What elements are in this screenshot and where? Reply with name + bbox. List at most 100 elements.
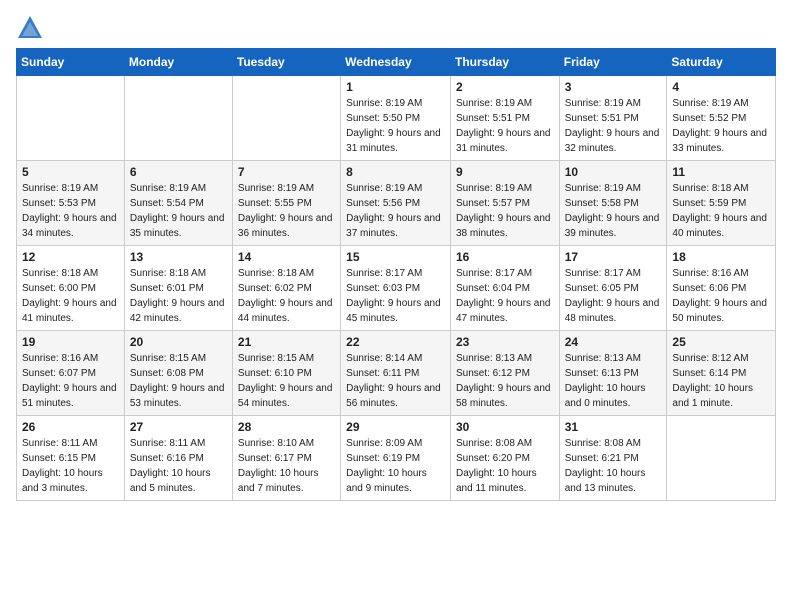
sunrise-label: Sunrise: 8:09 AM: [346, 438, 422, 449]
sunrise-label: Sunrise: 8:18 AM: [130, 268, 206, 279]
sunrise-label: Sunrise: 8:17 AM: [565, 268, 641, 279]
sunset-label: Sunset: 6:07 PM: [22, 368, 96, 379]
sunrise-label: Sunrise: 8:18 AM: [238, 268, 314, 279]
sunrise-label: Sunrise: 8:11 AM: [130, 438, 205, 449]
sunset-label: Sunset: 6:13 PM: [565, 368, 639, 379]
header: [16, 10, 776, 42]
sunset-label: Sunset: 6:16 PM: [130, 453, 204, 464]
sunset-label: Sunset: 6:17 PM: [238, 453, 312, 464]
calendar-cell: 11 Sunrise: 8:18 AM Sunset: 5:59 PM Dayl…: [667, 161, 776, 246]
sunrise-label: Sunrise: 8:14 AM: [346, 353, 422, 364]
sunrise-label: Sunrise: 8:19 AM: [346, 183, 422, 194]
day-number: 8: [346, 165, 445, 179]
daylight-label: Daylight: 9 hours and 39 minutes.: [565, 213, 660, 239]
sunrise-label: Sunrise: 8:19 AM: [565, 183, 641, 194]
day-number: 23: [456, 335, 554, 349]
day-info: Sunrise: 8:17 AM Sunset: 6:03 PM Dayligh…: [346, 266, 445, 326]
day-number: 11: [672, 165, 770, 179]
sunrise-label: Sunrise: 8:16 AM: [672, 268, 748, 279]
day-info: Sunrise: 8:19 AM Sunset: 5:51 PM Dayligh…: [565, 96, 662, 156]
sunrise-label: Sunrise: 8:19 AM: [672, 98, 748, 109]
calendar-cell: 20 Sunrise: 8:15 AM Sunset: 6:08 PM Dayl…: [124, 331, 232, 416]
day-info: Sunrise: 8:08 AM Sunset: 6:21 PM Dayligh…: [565, 436, 662, 496]
sunset-label: Sunset: 6:03 PM: [346, 283, 420, 294]
daylight-label: Daylight: 9 hours and 33 minutes.: [672, 128, 767, 154]
calendar-week-row: 26 Sunrise: 8:11 AM Sunset: 6:15 PM Dayl…: [17, 416, 776, 501]
sunrise-label: Sunrise: 8:13 AM: [565, 353, 641, 364]
daylight-label: Daylight: 9 hours and 51 minutes.: [22, 383, 117, 409]
sunset-label: Sunset: 6:21 PM: [565, 453, 639, 464]
calendar-cell: 30 Sunrise: 8:08 AM Sunset: 6:20 PM Dayl…: [450, 416, 559, 501]
day-number: 24: [565, 335, 662, 349]
calendar-cell: 29 Sunrise: 8:09 AM Sunset: 6:19 PM Dayl…: [341, 416, 451, 501]
day-number: 16: [456, 250, 554, 264]
sunset-label: Sunset: 6:04 PM: [456, 283, 530, 294]
sunset-label: Sunset: 6:12 PM: [456, 368, 530, 379]
calendar-cell: 26 Sunrise: 8:11 AM Sunset: 6:15 PM Dayl…: [17, 416, 125, 501]
day-number: 29: [346, 420, 445, 434]
calendar-cell: 13 Sunrise: 8:18 AM Sunset: 6:01 PM Dayl…: [124, 246, 232, 331]
daylight-label: Daylight: 9 hours and 44 minutes.: [238, 298, 333, 324]
calendar-cell: 8 Sunrise: 8:19 AM Sunset: 5:56 PM Dayli…: [341, 161, 451, 246]
sunset-label: Sunset: 6:20 PM: [456, 453, 530, 464]
sunrise-label: Sunrise: 8:18 AM: [22, 268, 98, 279]
calendar-cell: 23 Sunrise: 8:13 AM Sunset: 6:12 PM Dayl…: [450, 331, 559, 416]
calendar-cell: 2 Sunrise: 8:19 AM Sunset: 5:51 PM Dayli…: [450, 76, 559, 161]
day-number: 26: [22, 420, 119, 434]
daylight-label: Daylight: 10 hours and 3 minutes.: [22, 468, 103, 494]
calendar-cell: 1 Sunrise: 8:19 AM Sunset: 5:50 PM Dayli…: [341, 76, 451, 161]
day-number: 18: [672, 250, 770, 264]
calendar-cell: 24 Sunrise: 8:13 AM Sunset: 6:13 PM Dayl…: [559, 331, 667, 416]
sunrise-label: Sunrise: 8:19 AM: [456, 183, 532, 194]
sunset-label: Sunset: 5:51 PM: [456, 113, 530, 124]
sunset-label: Sunset: 5:59 PM: [672, 198, 746, 209]
day-number: 7: [238, 165, 335, 179]
day-number: 10: [565, 165, 662, 179]
sunset-label: Sunset: 6:00 PM: [22, 283, 96, 294]
calendar-cell: 28 Sunrise: 8:10 AM Sunset: 6:17 PM Dayl…: [232, 416, 340, 501]
calendar-cell: 15 Sunrise: 8:17 AM Sunset: 6:03 PM Dayl…: [341, 246, 451, 331]
day-info: Sunrise: 8:19 AM Sunset: 5:55 PM Dayligh…: [238, 181, 335, 241]
sunrise-label: Sunrise: 8:11 AM: [22, 438, 97, 449]
logo-icon: [16, 14, 44, 42]
day-number: 25: [672, 335, 770, 349]
calendar-table: SundayMondayTuesdayWednesdayThursdayFrid…: [16, 48, 776, 501]
day-info: Sunrise: 8:15 AM Sunset: 6:08 PM Dayligh…: [130, 351, 227, 411]
sunset-label: Sunset: 6:08 PM: [130, 368, 204, 379]
calendar-cell: 6 Sunrise: 8:19 AM Sunset: 5:54 PM Dayli…: [124, 161, 232, 246]
sunset-label: Sunset: 5:52 PM: [672, 113, 746, 124]
weekday-header-monday: Monday: [124, 49, 232, 76]
weekday-header-tuesday: Tuesday: [232, 49, 340, 76]
sunset-label: Sunset: 6:11 PM: [346, 368, 419, 379]
day-info: Sunrise: 8:19 AM Sunset: 5:58 PM Dayligh…: [565, 181, 662, 241]
calendar-cell: 17 Sunrise: 8:17 AM Sunset: 6:05 PM Dayl…: [559, 246, 667, 331]
calendar-cell: 27 Sunrise: 8:11 AM Sunset: 6:16 PM Dayl…: [124, 416, 232, 501]
calendar-cell: 18 Sunrise: 8:16 AM Sunset: 6:06 PM Dayl…: [667, 246, 776, 331]
sunset-label: Sunset: 6:05 PM: [565, 283, 639, 294]
day-number: 15: [346, 250, 445, 264]
daylight-label: Daylight: 9 hours and 41 minutes.: [22, 298, 117, 324]
daylight-label: Daylight: 9 hours and 31 minutes.: [456, 128, 551, 154]
sunrise-label: Sunrise: 8:08 AM: [456, 438, 532, 449]
day-number: 1: [346, 80, 445, 94]
calendar-cell: [232, 76, 340, 161]
day-info: Sunrise: 8:18 AM Sunset: 6:00 PM Dayligh…: [22, 266, 119, 326]
daylight-label: Daylight: 9 hours and 50 minutes.: [672, 298, 767, 324]
sunrise-label: Sunrise: 8:19 AM: [22, 183, 98, 194]
day-info: Sunrise: 8:19 AM Sunset: 5:52 PM Dayligh…: [672, 96, 770, 156]
sunrise-label: Sunrise: 8:16 AM: [22, 353, 98, 364]
daylight-label: Daylight: 10 hours and 7 minutes.: [238, 468, 319, 494]
day-number: 12: [22, 250, 119, 264]
sunrise-label: Sunrise: 8:19 AM: [456, 98, 532, 109]
day-info: Sunrise: 8:11 AM Sunset: 6:15 PM Dayligh…: [22, 436, 119, 496]
calendar-cell: [124, 76, 232, 161]
daylight-label: Daylight: 9 hours and 42 minutes.: [130, 298, 225, 324]
day-info: Sunrise: 8:19 AM Sunset: 5:57 PM Dayligh…: [456, 181, 554, 241]
daylight-label: Daylight: 9 hours and 40 minutes.: [672, 213, 767, 239]
daylight-label: Daylight: 9 hours and 48 minutes.: [565, 298, 660, 324]
calendar-cell: 5 Sunrise: 8:19 AM Sunset: 5:53 PM Dayli…: [17, 161, 125, 246]
day-info: Sunrise: 8:13 AM Sunset: 6:13 PM Dayligh…: [565, 351, 662, 411]
daylight-label: Daylight: 9 hours and 31 minutes.: [346, 128, 441, 154]
calendar-cell: [17, 76, 125, 161]
day-info: Sunrise: 8:19 AM Sunset: 5:50 PM Dayligh…: [346, 96, 445, 156]
